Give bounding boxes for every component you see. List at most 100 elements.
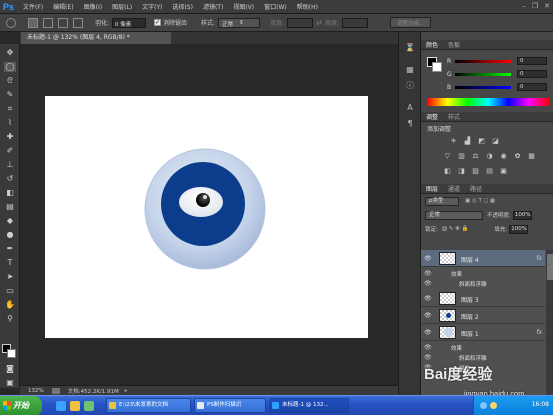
color-balance-icon[interactable]: ⚖ [471,152,480,161]
tab-color[interactable]: 颜色 [421,40,443,49]
subtract-selection-icon[interactable] [58,17,68,28]
info-panel-icon[interactable]: ⓘ [404,80,416,92]
channel-mixer-icon[interactable]: ✿ [513,152,522,161]
media-icon[interactable] [84,400,94,411]
photo-filter-icon[interactable]: ◉ [499,152,508,161]
color-spectrum-bar[interactable] [427,98,549,106]
fill-input[interactable]: 100% [509,224,529,234]
properties-icon[interactable]: ▦ [404,64,416,76]
antialias-checkbox[interactable]: ✓ [154,19,162,26]
curves-icon[interactable]: ◩ [477,137,486,146]
tab-adjustments[interactable]: 调整 [421,112,443,121]
blend-mode-select[interactable]: 正常 [425,210,483,220]
effect-visibility-icon[interactable]: 👁 [424,344,432,351]
move-tool-icon[interactable]: ✥ [4,48,16,58]
menu-type[interactable]: 文字(Y) [137,2,167,11]
hand-tool-icon[interactable]: ✋ [4,300,16,310]
filter-icons[interactable]: ▣ ◎ T ◻ ▦ [465,198,495,204]
pen-tool-icon[interactable]: ✒ [4,244,16,254]
gradient-map-icon[interactable]: ▤ [485,167,494,176]
tab-layers[interactable]: 图层 [421,184,443,193]
lock-icons[interactable]: ▨ ✎ ✥ 🔒 [442,226,469,232]
quick-mask-icon[interactable]: ◙ [4,364,16,374]
history-icon[interactable]: ⌛ [404,42,416,54]
lasso-tool-icon[interactable]: ᘓ [4,76,16,86]
dodge-tool-icon[interactable]: ● [4,230,16,240]
blur-tool-icon[interactable]: ◆ [4,216,16,226]
zoom-tool-icon[interactable]: ⚲ [4,314,16,324]
effect-visibility-icon[interactable]: 👁 [424,270,432,277]
menu-select[interactable]: 选择(S) [167,2,198,11]
start-button[interactable]: 开始 [0,395,42,415]
path-select-tool-icon[interactable]: ➤ [4,272,16,282]
visibility-eye-icon[interactable]: 👁 [424,329,432,336]
red-slider[interactable] [455,59,511,63]
tray-icon[interactable] [490,402,497,409]
invert-icon[interactable]: ◧ [443,167,452,176]
style-select[interactable]: 正常 ⇕ [218,17,261,28]
document-tab[interactable]: 未标题-1 @ 132% (图层 4, RGB/8) * [21,32,171,44]
layer-row-4[interactable]: 👁 图层 4 fx [421,250,545,267]
menu-view[interactable]: 视图(V) [228,2,259,11]
visibility-eye-icon[interactable]: 👁 [424,295,432,302]
info-icon[interactable] [51,387,60,394]
restore-icon[interactable]: ❐ [532,2,538,10]
selective-color-icon[interactable]: ▣ [499,167,508,176]
effect-bevel-emboss[interactable]: 斜面和浮雕 [459,354,487,362]
close-icon[interactable]: ✕ [544,2,550,10]
blue-input[interactable]: 0 [517,83,547,91]
layer-kind-filter[interactable]: ρ类型 [425,196,459,206]
folder-icon[interactable] [70,400,80,411]
width-input[interactable] [287,17,314,28]
tab-paths[interactable]: 路径 [465,184,487,193]
layer-row-2[interactable]: 👁 图层 2 [421,307,545,324]
clone-stamp-tool-icon[interactable]: ⊥ [4,160,16,170]
type-tool-icon[interactable]: T [4,258,16,268]
refine-edge-button[interactable]: 调整边缘... [390,17,432,28]
eraser-tool-icon[interactable]: ◧ [4,188,16,198]
opacity-input[interactable]: 100% [512,210,532,220]
visibility-eye-icon[interactable]: 👁 [424,312,432,319]
blue-slider[interactable] [455,85,511,89]
scrollbar-thumb[interactable] [547,254,553,280]
intersect-selection-icon[interactable] [73,17,83,28]
healing-brush-tool-icon[interactable]: ✚ [4,132,16,142]
effect-visibility-icon[interactable]: 👁 [424,280,432,287]
fx-icon[interactable]: fx [536,255,542,262]
menu-file[interactable]: 文件(F) [18,2,48,11]
add-to-selection-icon[interactable] [43,17,53,28]
taskbar-explorer-button[interactable]: E:\23\未发表的文档 [106,398,191,413]
hue-icon[interactable]: ▥ [457,152,466,161]
posterize-icon[interactable]: ◨ [457,167,466,176]
ie-icon[interactable] [56,400,66,411]
status-arrow-icon[interactable]: ▸ [125,388,128,394]
character-icon[interactable]: A [404,102,416,114]
menu-edit[interactable]: 编辑(E) [48,2,78,11]
height-input[interactable] [342,17,369,28]
quick-select-tool-icon[interactable]: ✎ [4,90,16,100]
brush-tool-icon[interactable]: ✐ [4,146,16,156]
minimize-icon[interactable]: – [522,2,526,10]
document-canvas[interactable] [45,96,368,338]
crop-tool-icon[interactable]: ⌗ [4,104,16,114]
shape-tool-icon[interactable]: ▭ [4,286,16,296]
layer-row-3[interactable]: 👁 图层 3 [421,290,545,307]
exposure-icon[interactable]: ◪ [491,137,500,146]
menu-filter[interactable]: 滤镜(T) [198,2,228,11]
vibrance-icon[interactable]: ▽ [443,152,452,161]
tray-icon[interactable] [480,402,487,409]
red-input[interactable]: 0 [517,57,547,65]
fx-icon[interactable]: fx [536,329,542,336]
visibility-eye-icon[interactable]: 👁 [424,255,432,262]
screen-mode-icon[interactable]: ▣ [4,378,16,388]
color-panel-background[interactable] [432,62,442,72]
tab-styles[interactable]: 样式 [443,112,465,121]
background-color-swatch[interactable] [7,349,16,358]
effect-visibility-icon[interactable]: 👁 [424,354,432,361]
brightness-icon[interactable]: ☀ [449,137,458,146]
bw-icon[interactable]: ◑ [485,152,494,161]
new-selection-icon[interactable] [28,17,38,28]
menu-image[interactable]: 图像(I) [79,2,107,11]
elliptical-marquee-preset-icon[interactable] [6,17,16,28]
green-input[interactable]: 0 [517,70,547,78]
